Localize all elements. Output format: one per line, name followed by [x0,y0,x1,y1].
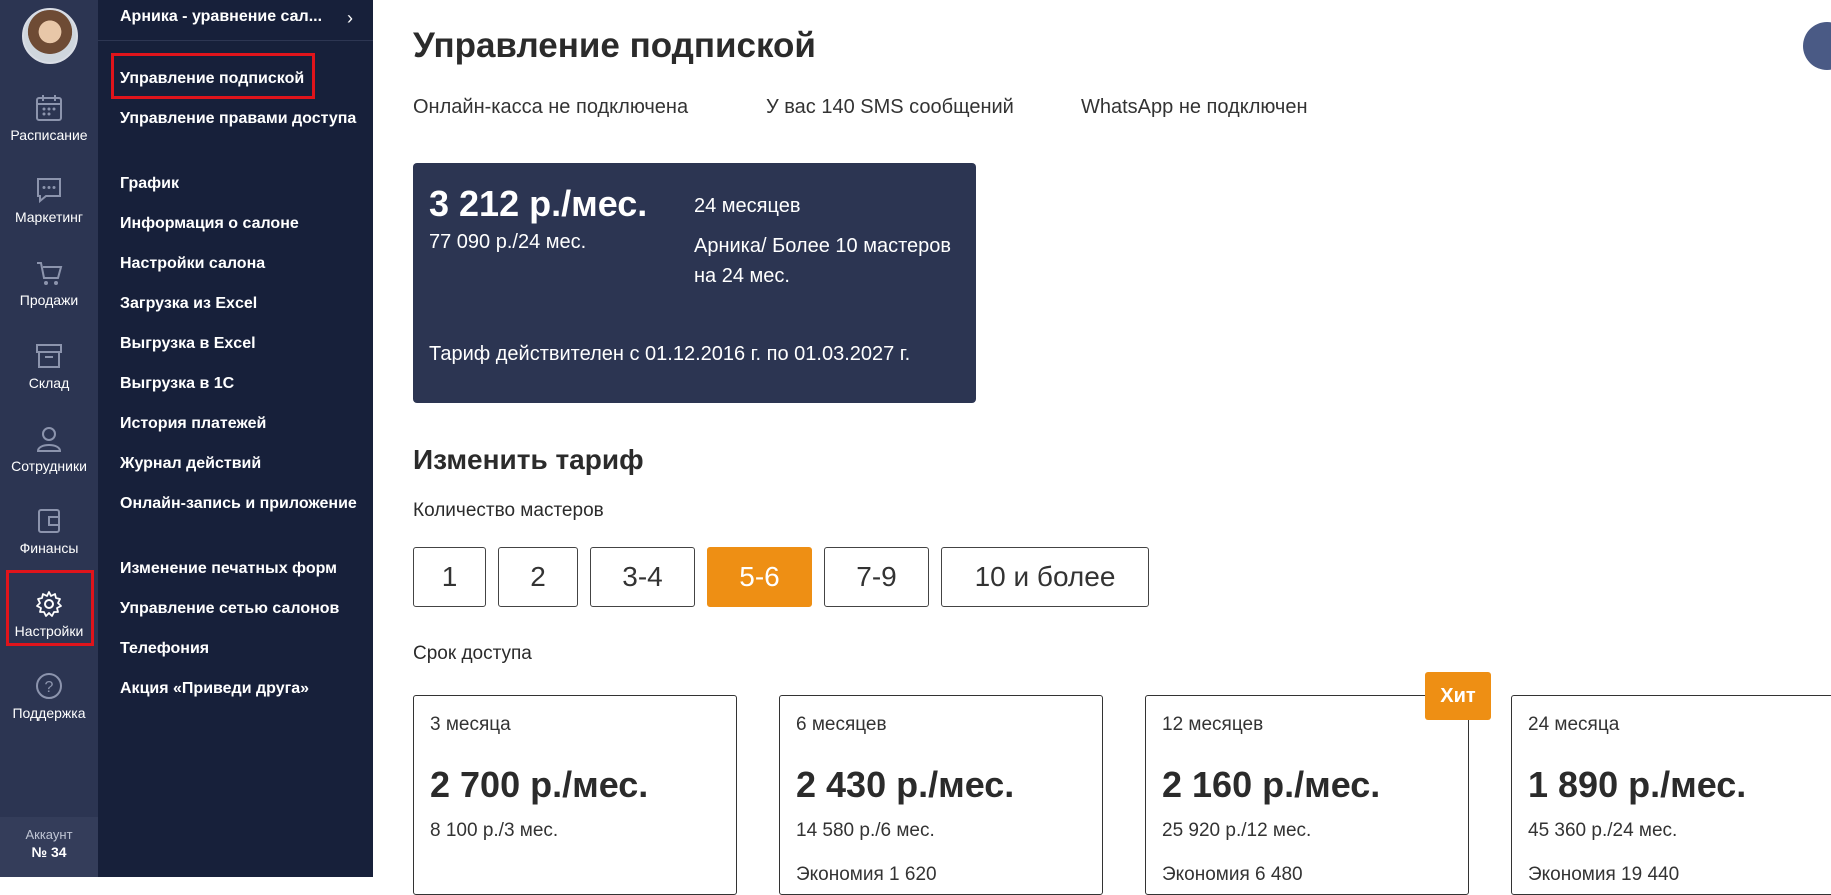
calendar-icon [36,95,62,121]
menu-item-export-excel[interactable]: Выгрузка в Excel [120,331,360,356]
wallet-icon [38,509,60,533]
plan-total: 14 580 р./6 мес. [796,820,935,841]
plan-saving: Экономия 19 440 [1528,864,1680,885]
status-whatsapp: WhatsApp не подключен [1081,96,1308,118]
menu-item-subscription[interactable]: Управление подпиской [120,66,360,91]
menu-item-export-1c[interactable]: Выгрузка в 1С [120,371,360,396]
term-label: Срок доступа [413,643,532,664]
plan-price: 2 430 р./мес. [796,764,1015,805]
plan-saving: Экономия 6 480 [1162,864,1303,885]
masters-option-5-6[interactable]: 5-6 [707,547,812,607]
help-bubble[interactable] [1803,22,1831,70]
rail-label: Финансы [19,540,79,556]
status-sms: У вас 140 SMS сообщений [766,96,1014,118]
menu-item-refer-friend[interactable]: Акция «Приведи друга» [120,676,360,701]
current-months: 24 месяцев [694,195,801,217]
plan-total: 25 920 р./12 мес. [1162,820,1312,841]
rail-item-sales[interactable]: Продажи [0,258,98,308]
masters-option-10-plus[interactable]: 10 и более [941,547,1149,607]
svg-text:?: ? [45,679,54,696]
plan-card-24-months[interactable]: 24 месяца 1 890 р./мес. 45 360 р./24 мес… [1511,695,1831,895]
rail-item-staff[interactable]: Сотрудники [0,424,98,474]
rail-label: Расписание [10,127,88,143]
cart-icon [37,262,63,285]
person-icon [36,427,62,452]
masters-option-1[interactable]: 1 [413,547,486,607]
rail-item-schedule[interactable]: Расписание [0,93,98,143]
change-tariff-heading: Изменить тариф [413,444,644,475]
plan-saving: Экономия 1 620 [796,864,937,885]
rail-label: Поддержка [12,705,86,721]
menu-item-salon-settings[interactable]: Настройки салона [120,251,360,276]
plan-price: 1 890 р./мес. [1528,764,1747,805]
rail-label: Сотрудники [11,458,87,474]
box-icon [36,344,62,368]
current-total: 77 090 р./24 мес. [429,231,587,253]
hit-badge: Хит [1425,672,1491,720]
menu-item-telephony[interactable]: Телефония [120,636,360,661]
current-tariff-card: 3 212 р./мес. 77 090 р./24 мес. 24 месяц… [413,163,976,403]
masters-option-3-4[interactable]: 3-4 [590,547,695,607]
menu-item-print-forms[interactable]: Изменение печатных форм [120,556,360,581]
chat-icon [37,178,61,204]
main-content: Управление подпиской Онлайн-касса не под… [373,0,1831,895]
account-label: Аккаунт [25,827,73,842]
menu-item-action-log[interactable]: Журнал действий [120,451,360,476]
settings-menu: Арника - уравнение сал... › Управление п… [98,0,373,877]
menu-item-salon-info[interactable]: Информация о салоне [120,211,360,236]
plan-card-6-months[interactable]: 6 месяцев 2 430 р./мес. 14 580 р./6 мес.… [779,695,1103,895]
rail-label: Продажи [19,292,79,308]
menu-item-access-rights[interactable]: Управление правами доступа [120,106,360,131]
plan-total: 8 100 р./3 мес. [430,820,559,841]
current-plan: Арника/ Более 10 мастеров на 24 мес. [694,235,951,287]
plan-name: 12 месяцев [1162,714,1264,735]
masters-option-2[interactable]: 2 [498,547,578,607]
rail-item-marketing[interactable]: Маркетинг [0,175,98,225]
status-cashbox: Онлайн-касса не подключена [413,96,689,118]
rail-label: Маркетинг [14,209,84,225]
chevron-right-icon: › [347,8,353,28]
menu-item-schedule[interactable]: График [120,171,360,196]
menu-item-salon-network[interactable]: Управление сетью салонов [120,596,360,621]
rail-item-support[interactable]: ? Поддержка [0,671,98,721]
salon-selector[interactable]: Арника - уравнение сал... › [98,0,373,41]
plan-price: 2 700 р./мес. [430,764,649,805]
account-number: № 34 [31,844,67,860]
plan-card-3-months[interactable]: 3 месяца 2 700 р./мес. 8 100 р./3 мес. [413,695,737,895]
help-icon: ? [36,673,62,699]
menu-item-online-booking[interactable]: Онлайн-запись и приложение [120,491,360,516]
plan-name: 24 месяца [1528,714,1620,735]
rail-item-warehouse[interactable]: Склад [0,341,98,391]
current-price: 3 212 р./мес. [429,183,648,224]
masters-option-7-9[interactable]: 7-9 [824,547,929,607]
avatar[interactable] [22,8,78,64]
icon-rail: Расписание Маркетинг Продажи Склад Сотру… [0,0,98,877]
plan-price: 2 160 р./мес. [1162,764,1381,805]
plan-card-12-months[interactable]: 12 месяцев 2 160 р./мес. 25 920 р./12 ме… [1145,695,1469,895]
current-validity: Тариф действителен с 01.12.2016 г. по 01… [429,343,911,365]
highlight-box [6,570,94,646]
menu-item-import-excel[interactable]: Загрузка из Excel [120,291,360,316]
account-info: Аккаунт № 34 [0,817,98,877]
menu-item-payment-history[interactable]: История платежей [120,411,360,436]
plan-total: 45 360 р./24 мес. [1528,820,1678,841]
salon-name: Арника - уравнение сал... [120,8,323,25]
masters-count-label: Количество мастеров [413,500,604,521]
plan-name: 3 месяца [430,714,511,735]
page-title: Управление подпиской [413,26,816,65]
rail-label: Склад [28,375,70,391]
plan-name: 6 месяцев [796,714,887,735]
rail-item-finance[interactable]: Финансы [0,506,98,556]
